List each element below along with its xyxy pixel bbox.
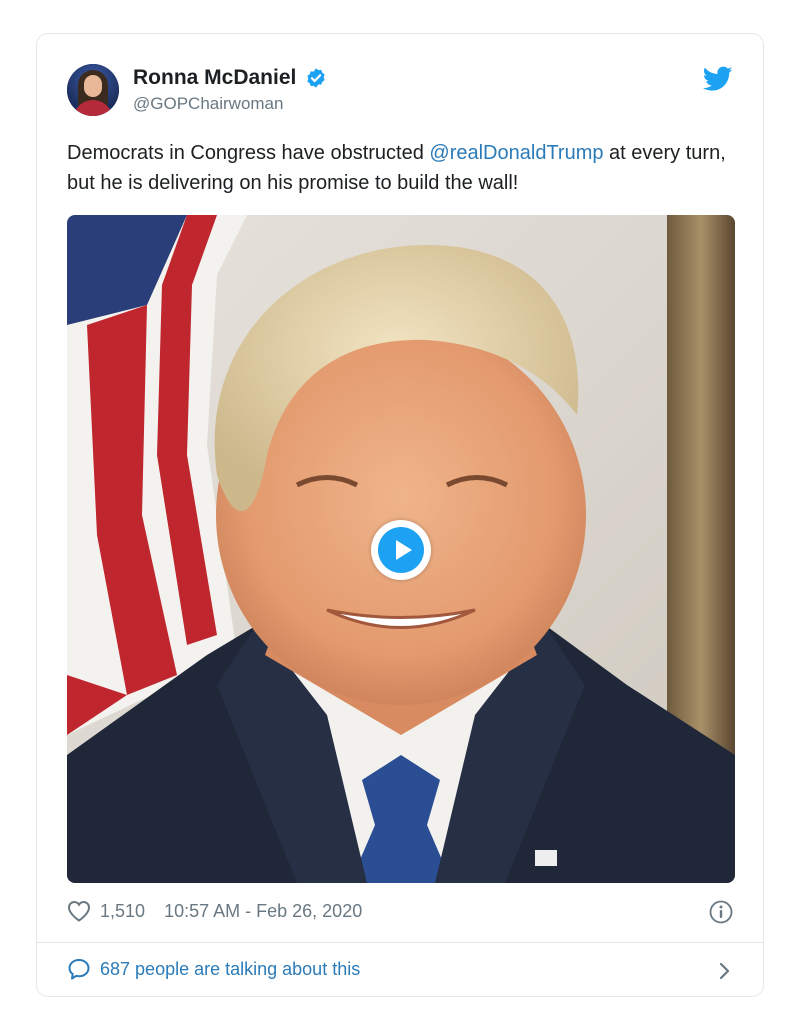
heart-icon[interactable] — [67, 900, 91, 922]
author-display-name[interactable]: Ronna McDaniel — [133, 66, 296, 90]
tweet-text-part: Democrats in Congress have obstructed — [67, 142, 430, 164]
video-thumbnail[interactable] — [67, 215, 735, 883]
play-button[interactable] — [371, 520, 431, 580]
speech-bubble-icon — [68, 959, 90, 980]
author-names[interactable]: Ronna McDaniel @GOPChairwoman — [133, 66, 327, 114]
tweet-text: Democrats in Congress have obstructed @r… — [67, 138, 737, 198]
tweet-card[interactable]: Ronna McDaniel @GOPChairwoman Democrats … — [36, 33, 764, 997]
twitter-bird-icon[interactable] — [703, 66, 733, 92]
tweet-timestamp[interactable]: 10:57 AM - Feb 26, 2020 — [164, 901, 362, 922]
avatar[interactable] — [67, 64, 119, 116]
conversation-text[interactable]: 687 people are talking about this — [100, 959, 360, 980]
verified-badge-icon — [307, 68, 325, 88]
chevron-right-icon[interactable] — [715, 960, 733, 982]
tweet-header: Ronna McDaniel @GOPChairwoman — [67, 64, 733, 120]
play-icon — [378, 527, 424, 573]
divider — [37, 942, 763, 943]
conversation-link[interactable]: 687 people are talking about this — [67, 958, 733, 984]
mention-link[interactable]: @realDonaldTrump — [429, 142, 603, 164]
like-count[interactable]: 1,510 — [100, 901, 145, 922]
info-icon[interactable] — [709, 900, 733, 924]
author-handle[interactable]: @GOPChairwoman — [133, 94, 327, 114]
tweet-meta: 1,510 10:57 AM - Feb 26, 2020 — [67, 900, 733, 926]
